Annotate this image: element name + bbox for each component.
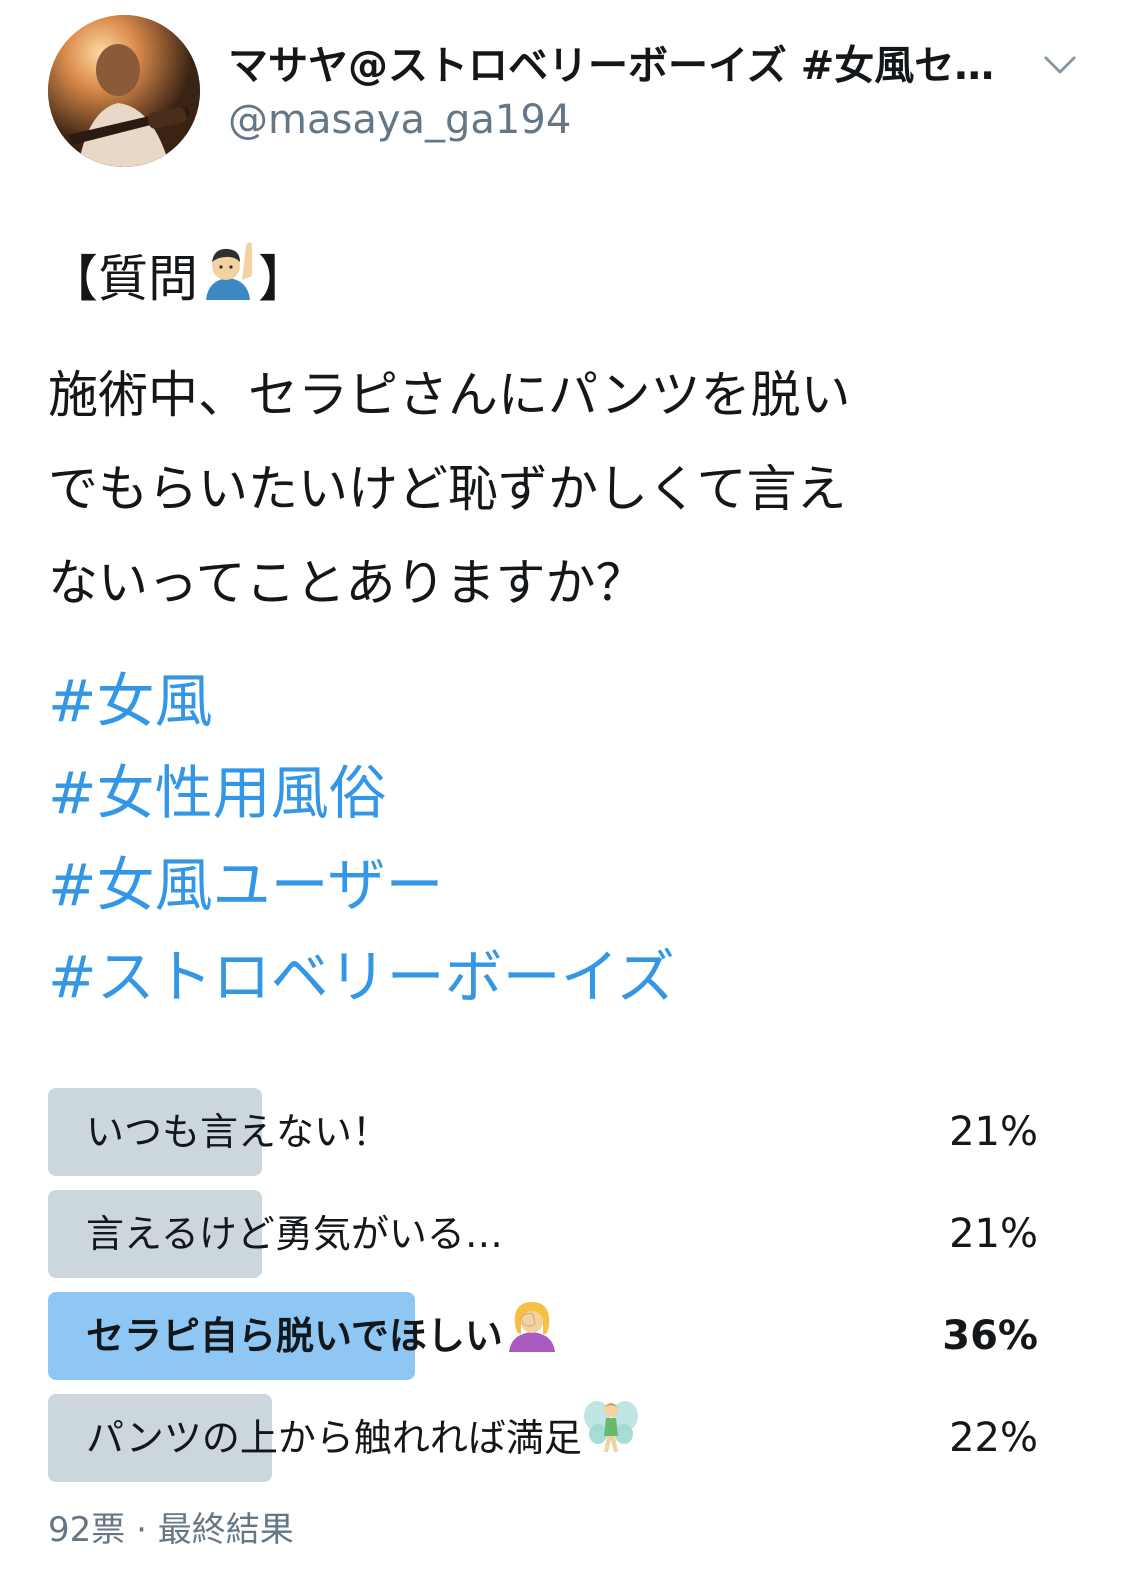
person-raising-hand-icon [198, 236, 258, 330]
tweet-text-open: 【質問 [48, 250, 198, 308]
tweet-text-line-3: でもらいたいけど恥ずかしくて言え [48, 460, 847, 518]
poll-status: 最終結果 [157, 1510, 294, 1550]
user-handle[interactable]: @masaya_ga194 [228, 96, 571, 144]
poll-option-winner: セラピ自ら脱いでほしい 36% [48, 1292, 1038, 1380]
poll-vote-count: 92票 [48, 1510, 126, 1550]
poll-option: パンツの上から触れれば満足 22% [48, 1394, 1038, 1482]
avatar-photo [48, 15, 200, 167]
poll-option-percent: 21% [949, 1109, 1038, 1155]
avatar[interactable] [48, 15, 200, 167]
poll-footer: 92票 · 最終結果 [48, 1508, 294, 1552]
poll-option-percent: 21% [949, 1211, 1038, 1257]
fairy-icon [582, 1396, 640, 1485]
poll-separator: · [136, 1510, 147, 1550]
poll-option-label: セラピ自ら脱いでほしい [86, 1292, 561, 1380]
poll-option: 言えるけど勇気がいる… 21% [48, 1190, 1038, 1278]
poll-option-percent: 36% [942, 1313, 1038, 1359]
poll-option-percent: 22% [949, 1415, 1038, 1461]
tweet-text-close: 】 [258, 250, 308, 308]
poll-option: いつも言えない！ 21% [48, 1088, 1038, 1176]
chevron-down-icon[interactable] [1040, 50, 1080, 80]
poll-option-label: パンツの上から触れれば満足 [86, 1394, 640, 1482]
hashtag-link[interactable]: #ストロベリーボーイズ [48, 931, 675, 1023]
poll-option-label: 言えるけど勇気がいる… [86, 1212, 503, 1256]
hashtag-link[interactable]: #女風ユーザー [48, 839, 443, 931]
woman-facepalming-icon [503, 1294, 561, 1383]
hashtag-link[interactable]: #女性用風俗 [48, 747, 387, 839]
display-name[interactable]: マサヤ@ストロベリーボーイズ #女風セ… [228, 42, 1028, 90]
tweet-text-line-1: 【質問 】 [48, 232, 1088, 330]
tweet-text-line-2: 施術中、セラピさんにパンツを脱い [48, 366, 851, 424]
tweet-text-line-4: ないってことありますか？ [48, 554, 646, 612]
hashtag-link[interactable]: #女風 [48, 655, 213, 747]
poll-option-label: いつも言えない！ [86, 1110, 391, 1154]
